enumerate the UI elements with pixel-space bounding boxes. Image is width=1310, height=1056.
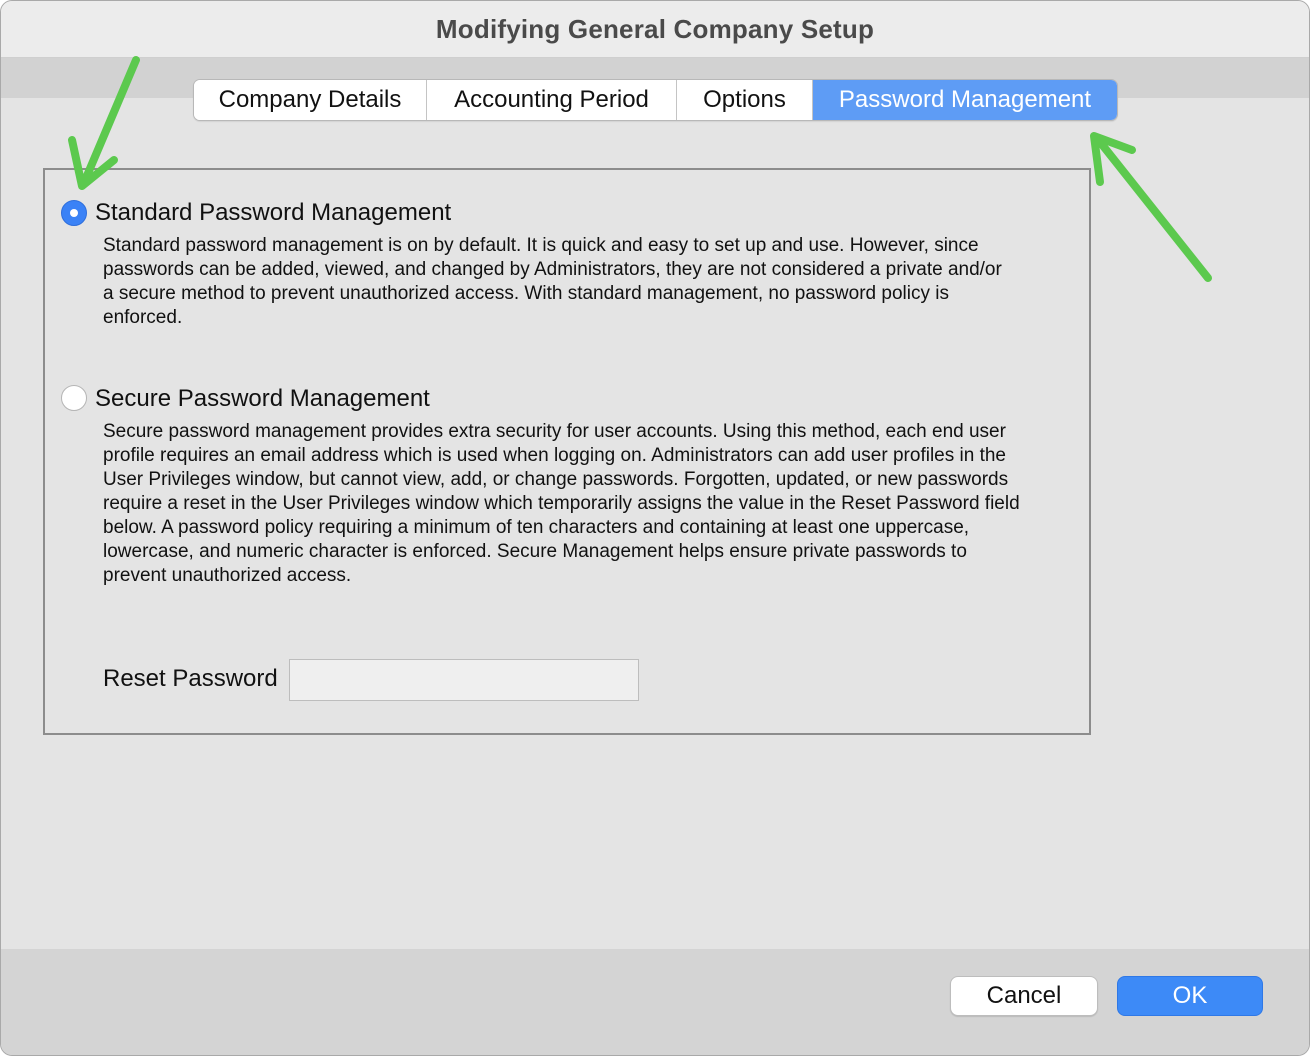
dialog-window: Modifying General Company Setup Company … [0,0,1310,1056]
reset-password-label: Reset Password [103,665,278,692]
standard-password-radio[interactable] [61,200,87,226]
reset-password-input[interactable] [289,659,639,701]
secure-password-description: Secure password management provides extr… [103,421,1020,586]
window-title: Modifying General Company Setup [435,13,875,44]
tab-options[interactable]: Options [677,80,813,120]
standard-password-description: Standard password management is on by de… [103,235,1002,328]
dialog-footer [1,949,1309,1055]
secure-password-label[interactable]: Secure Password Management [95,385,430,413]
tab-password-management[interactable]: Password Management [813,80,1117,120]
ok-button[interactable]: OK [1117,976,1263,1016]
tab-company-details[interactable]: Company Details [194,80,427,120]
cancel-button[interactable]: Cancel [950,976,1098,1016]
secure-password-radio[interactable] [61,385,87,411]
tab-bar: Company Details Accounting Period Option… [193,79,1118,121]
standard-password-label[interactable]: Standard Password Management [95,199,451,227]
tab-accounting-period[interactable]: Accounting Period [427,80,677,120]
title-bar: Modifying General Company Setup [1,1,1309,58]
